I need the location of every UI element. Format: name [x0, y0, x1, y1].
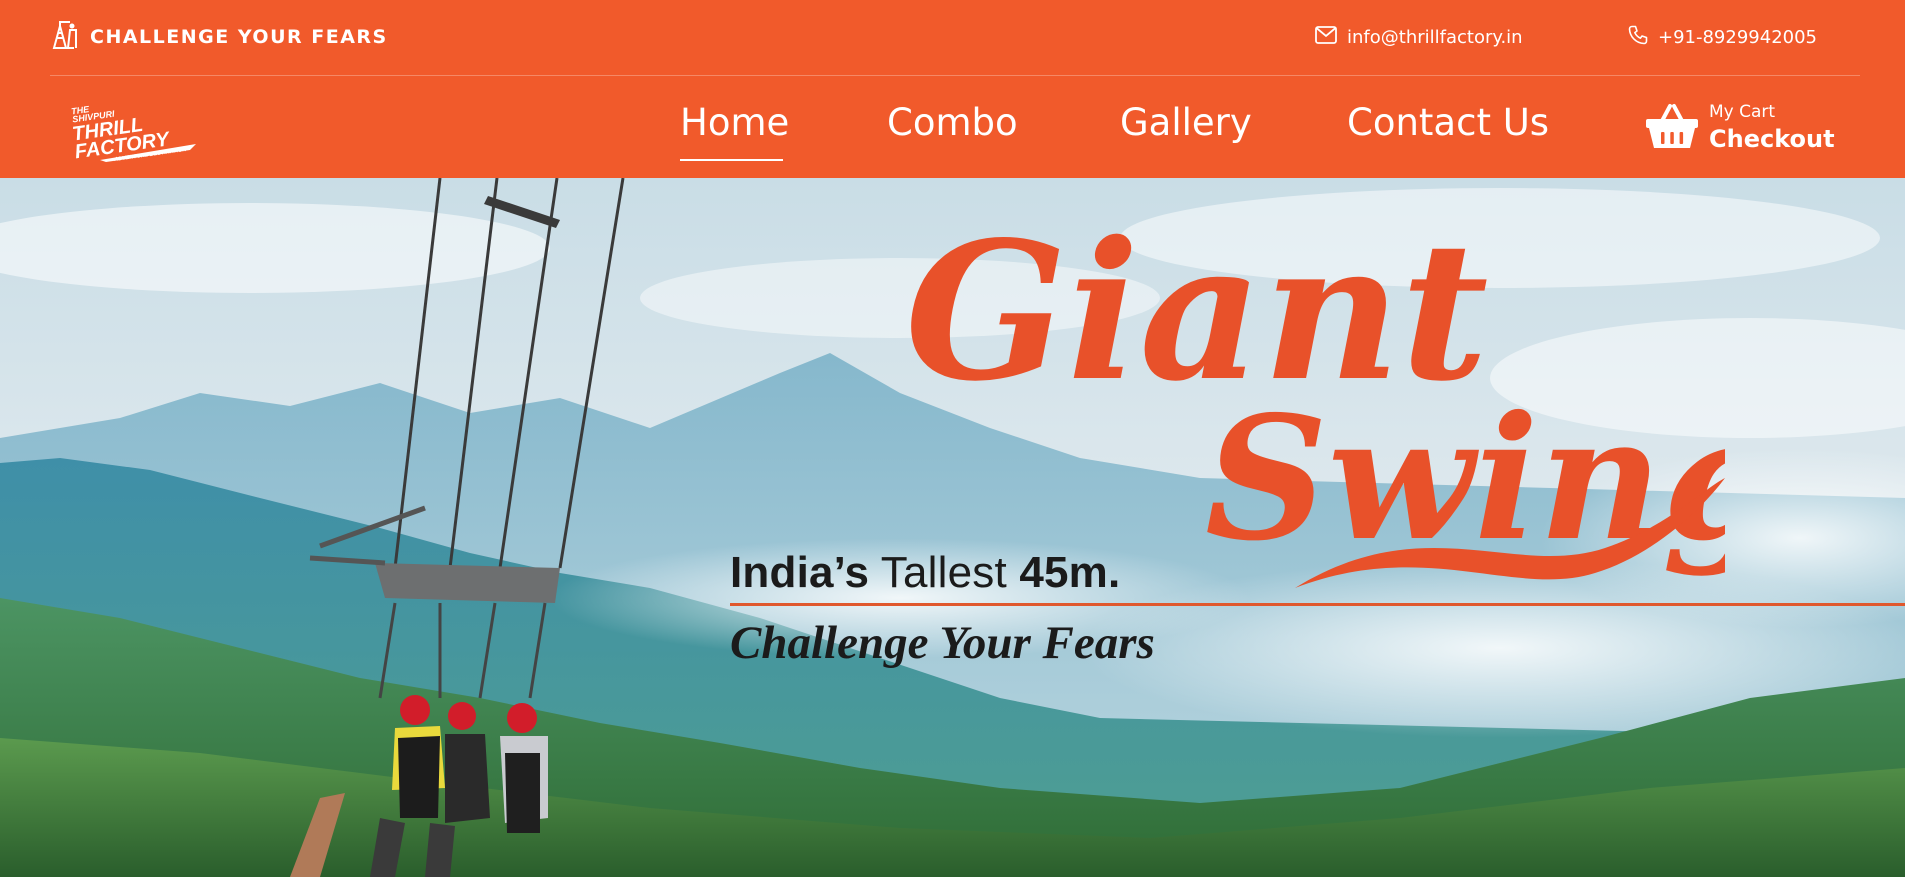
- hero-divider-line: [730, 603, 1905, 606]
- nav-active-underline: [680, 159, 783, 161]
- nav-gallery[interactable]: Gallery: [1120, 98, 1252, 148]
- hero-tagline: Challenge Your Fears: [730, 617, 1155, 669]
- subtitle-tallest: Tallest: [880, 548, 1007, 597]
- hero-title-line2: Swing: [1205, 379, 1725, 579]
- page: CHALLENGE YOUR FEARS info@thrillfactory.…: [0, 0, 1905, 877]
- envelope-icon: [1315, 25, 1337, 49]
- hero-banner: Giant Swing India’s Tallest 45m. Challen…: [0, 178, 1905, 877]
- subtitle-height: 45m.: [1019, 548, 1121, 597]
- nav-home[interactable]: Home: [680, 98, 789, 148]
- checkout-label: Checkout: [1709, 125, 1835, 154]
- top-bar: CHALLENGE YOUR FEARS info@thrillfactory.…: [0, 0, 1905, 76]
- phone-text: +91-8929942005: [1658, 26, 1818, 48]
- main-nav: THE SHIVPURI THRILL FACTORY ADVENTURE DE…: [0, 76, 1905, 178]
- subtitle-india: India’s: [730, 548, 870, 597]
- phone-link[interactable]: +91-8929942005: [1628, 22, 1817, 52]
- tagline-text: CHALLENGE YOUR FEARS: [90, 26, 388, 48]
- site-logo[interactable]: THE SHIVPURI THRILL FACTORY ADVENTURE DE…: [70, 92, 198, 163]
- cart-text: My Cart Checkout: [1709, 103, 1835, 152]
- phone-icon: [1628, 25, 1648, 50]
- nav-contact-us[interactable]: Contact Us: [1347, 98, 1549, 148]
- hero-subtitle: India’s Tallest 45m.: [730, 548, 1120, 598]
- cart-label: My Cart: [1709, 102, 1776, 123]
- email-link[interactable]: info@thrillfactory.in: [1315, 22, 1523, 52]
- header-tagline: CHALLENGE YOUR FEARS: [50, 20, 388, 54]
- tower-icon: [50, 20, 80, 55]
- cart-button[interactable]: My Cart Checkout: [1645, 96, 1835, 160]
- site-header: CHALLENGE YOUR FEARS info@thrillfactory.…: [0, 0, 1905, 178]
- email-text: info@thrillfactory.in: [1347, 26, 1523, 48]
- basket-icon: [1645, 103, 1699, 154]
- nav-combo[interactable]: Combo: [887, 98, 1018, 148]
